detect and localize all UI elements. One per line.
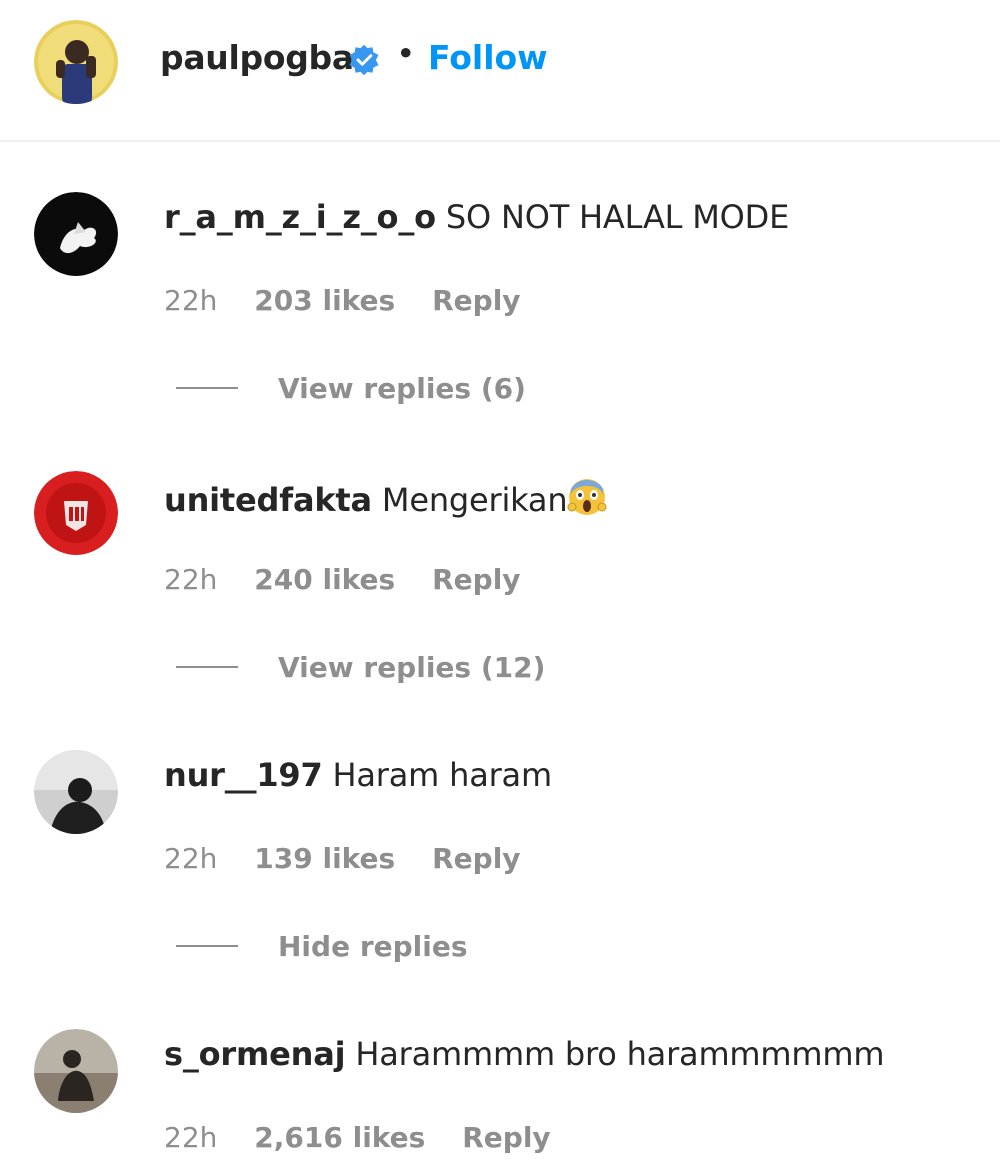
comment-text-line: nur__197 Haram haram (164, 756, 552, 794)
commenter-avatar[interactable] (34, 1029, 118, 1113)
comment-meta: 22h 240 likes Reply (164, 563, 549, 596)
commenter-avatar[interactable] (34, 192, 118, 276)
face-screaming-in-fear-icon (567, 477, 607, 517)
comment-username[interactable]: unitedfakta (164, 481, 372, 519)
comment-likes[interactable]: 203 likes (254, 284, 395, 317)
hide-replies-button[interactable]: Hide replies (176, 930, 468, 963)
comment-text-line: s_ormenaj Harammmm bro harammmmmm (164, 1035, 884, 1073)
follow-button[interactable]: Follow (428, 38, 548, 77)
replies-label: View replies (12) (278, 651, 546, 684)
comment-time[interactable]: 22h (164, 842, 217, 875)
replies-line-divider (176, 666, 238, 668)
post-author-username[interactable]: paulpogba (160, 38, 354, 77)
view-replies-button[interactable]: View replies (12) (176, 651, 545, 684)
post-author-avatar[interactable] (34, 20, 118, 104)
comment-time[interactable]: 22h (164, 1121, 217, 1154)
replies-label: Hide replies (278, 930, 468, 963)
commenter-avatar[interactable] (34, 750, 118, 834)
comment-username[interactable]: nur__197 (164, 756, 323, 794)
view-replies-button[interactable]: View replies (6) (176, 372, 526, 405)
reply-button[interactable]: Reply (462, 1121, 550, 1154)
reply-button[interactable]: Reply (432, 842, 520, 875)
replies-line-divider (176, 945, 238, 947)
comment-username[interactable]: r_a_m_z_i_z_o_o (164, 198, 436, 236)
comment-meta: 22h 2,616 likes Reply (164, 1121, 579, 1154)
comment-time[interactable]: 22h (164, 563, 217, 596)
comment-body: Harammmm bro harammmmmm (355, 1035, 885, 1073)
comment-likes[interactable]: 2,616 likes (254, 1121, 425, 1154)
comment-body: Mengerikan (381, 481, 568, 519)
comment-time[interactable]: 22h (164, 284, 217, 317)
reply-button[interactable]: Reply (432, 284, 520, 317)
comment-body: SO NOT HALAL MODE (445, 198, 790, 236)
verified-badge-icon (347, 43, 381, 77)
comment-meta: 22h 139 likes Reply (164, 842, 549, 875)
replies-label: View replies (6) (278, 372, 526, 405)
comment-text-line: r_a_m_z_i_z_o_o SO NOT HALAL MODE (164, 198, 789, 236)
comment-meta: 22h 203 likes Reply (164, 284, 549, 317)
comment-likes[interactable]: 139 likes (254, 842, 395, 875)
reply-button[interactable]: Reply (432, 563, 520, 596)
replies-line-divider (176, 387, 238, 389)
commenter-avatar[interactable] (34, 471, 118, 555)
comment-text-line: unitedfakta Mengerikan (164, 477, 607, 519)
comment-username[interactable]: s_ormenaj (164, 1035, 346, 1073)
comment-body: Haram haram (332, 756, 553, 794)
comment-likes[interactable]: 240 likes (254, 563, 395, 596)
post-header: paulpogba • Follow (0, 0, 1000, 142)
separator-dot: • (396, 34, 416, 73)
